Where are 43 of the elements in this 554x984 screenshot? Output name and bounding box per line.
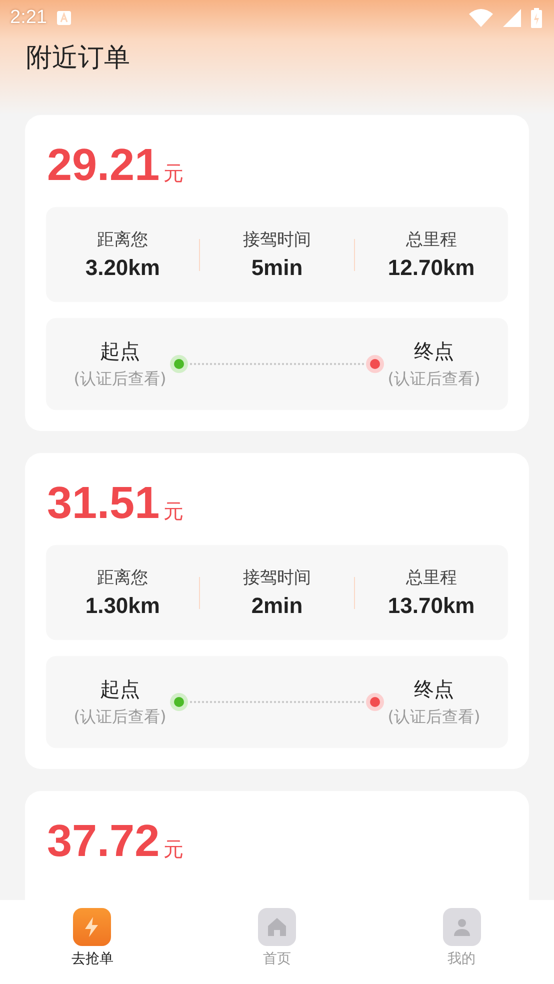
page-title: 附近订单 [26,42,130,75]
stat-label: 距离您 [97,567,148,589]
person-icon [442,908,481,946]
signal-icon [503,9,521,27]
stat-value: 1.30km [85,593,160,619]
start-label: 起点 [100,338,140,365]
wifi-icon [469,9,493,27]
order-card[interactable]: 37.72 元 [25,791,529,900]
price-unit: 元 [164,160,184,187]
battery-icon [531,8,542,28]
lightning-icon [73,908,112,946]
stat-value: 2min [251,593,303,619]
start-label: 起点 [100,676,140,703]
start-dot-icon [174,359,184,369]
status-time: 2:21 [10,7,47,29]
stat-value: 3.20km [85,255,160,281]
notification-icon [56,11,71,25]
end-note: (认证后查看) [388,369,480,390]
end-label: 终点 [414,676,454,703]
start-note: (认证后查看) [74,369,166,390]
start-dot-icon [174,697,184,707]
stat-label: 距离您 [97,229,148,251]
start-note: (认证后查看) [74,707,166,728]
stat-label: 接驾时间 [242,567,311,589]
order-price: 37.72 [47,815,160,867]
stat-label: 总里程 [406,229,457,251]
order-price: 29.21 [47,139,160,191]
end-label: 终点 [414,338,454,365]
order-card[interactable]: 29.21 元 距离您 3.20km 接驾时间 5min 总里程 12.70km 起点 (认证后查看) 终点 (认证后查看) [25,115,529,431]
end-note: (认证后查看) [388,707,480,728]
home-icon [258,908,296,946]
stat-value: 13.70km [388,593,475,619]
stat-label: 接驾时间 [242,229,311,251]
end-dot-icon [370,359,380,369]
end-dot-icon [370,697,380,707]
price-unit: 元 [164,498,184,525]
order-price: 31.51 [47,477,160,529]
stat-value: 12.70km [388,255,475,281]
stat-value: 5min [251,255,303,281]
price-unit: 元 [164,836,184,863]
nav-tab[interactable]: 去抢单 [0,908,185,984]
order-card[interactable]: 31.51 元 距离您 1.30km 接驾时间 2min 总里程 13.70km 起点 (认证后查看) 终点 (认证后查看) [25,453,529,769]
stat-label: 总里程 [406,567,457,589]
